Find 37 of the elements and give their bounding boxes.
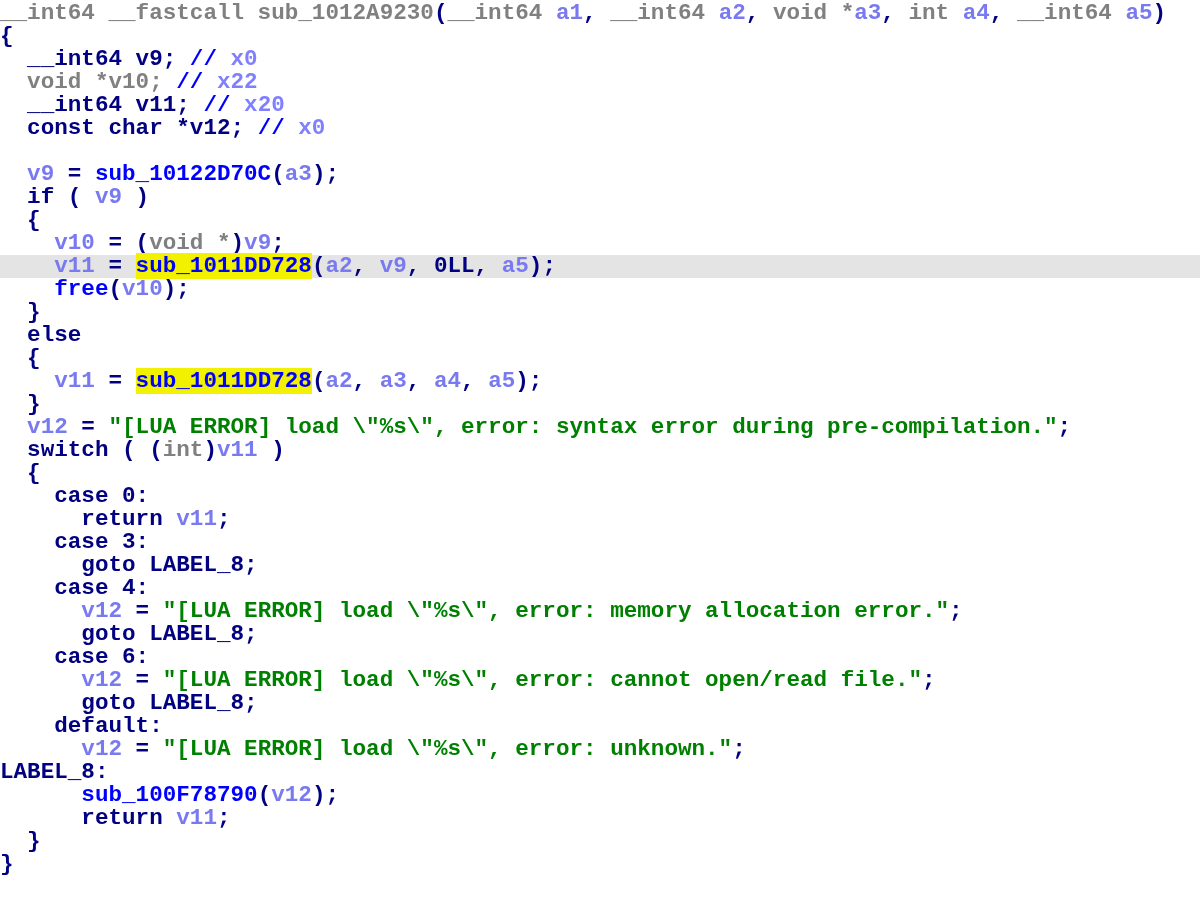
code-line: } (26, 828, 41, 854)
code-line: if ( v9 ) (26, 184, 150, 210)
code-line: case 4: (53, 575, 150, 601)
code-line: { (0, 23, 14, 49)
code-line: else (26, 322, 82, 348)
code-line: goto LABEL_8; (80, 621, 258, 647)
code-line: goto LABEL_8; (81, 690, 258, 716)
code-line: case 0: (53, 483, 150, 509)
code-line: v10 = (void *)v9; (53, 230, 285, 256)
code-line: __int64 v11; // x20 (26, 92, 285, 118)
code-line: free(v10); (53, 276, 190, 302)
code-line: v11 = sub_1011DD728(a2, a3, a4, a5); (53, 368, 543, 394)
code-line: { (26, 345, 41, 371)
code-line: v12 = "[LUA ERROR] load \"%s\", error: syntax error during pre-compilation."; (26, 414, 1072, 440)
code-line: } (26, 391, 41, 417)
code-line: default: (53, 713, 163, 739)
code-line: v12 = "[LUA ERROR] load \"%s\", error: unknown."; (80, 736, 746, 762)
code-line: const char *v12; // x0 (26, 115, 326, 141)
code-line: v12 = "[LUA ERROR] load \"%s\", error: cannot open/read file."; (80, 667, 936, 693)
code-line: switch ( (int)v11 ) (26, 437, 285, 463)
code-line: void *v10; // x22 (26, 69, 258, 95)
code-line: sub_100F78790(v12); (80, 782, 339, 808)
code-line: __int64 v9; // x0 (26, 46, 258, 72)
code-line: } (0, 851, 14, 876)
code-line: __int64 __fastcall sub_1012A9230(__int64 a1, __int64 a2, void *a3, int a4, __int64 a5) (0, 0, 1167, 26)
code-line: v12 = "[LUA ERROR] load \"%s\", error: memory allocation error."; (80, 598, 963, 624)
code-line: v9 = sub_10122D70C(a3); (26, 161, 339, 187)
code-line: return v11; (80, 805, 231, 831)
code-line: { (26, 207, 41, 233)
code-line: return v11; (80, 506, 231, 532)
code-line: { (26, 460, 41, 486)
code-line: LABEL_8: (0, 759, 109, 785)
code-line: case 6: (53, 644, 150, 670)
code-line: goto LABEL_8; (80, 552, 258, 578)
code-line: v11 = sub_1011DD728(a2, v9, 0LL, a5); (53, 253, 556, 279)
code-line: case 3: (53, 529, 150, 555)
code-line: } (26, 299, 41, 325)
